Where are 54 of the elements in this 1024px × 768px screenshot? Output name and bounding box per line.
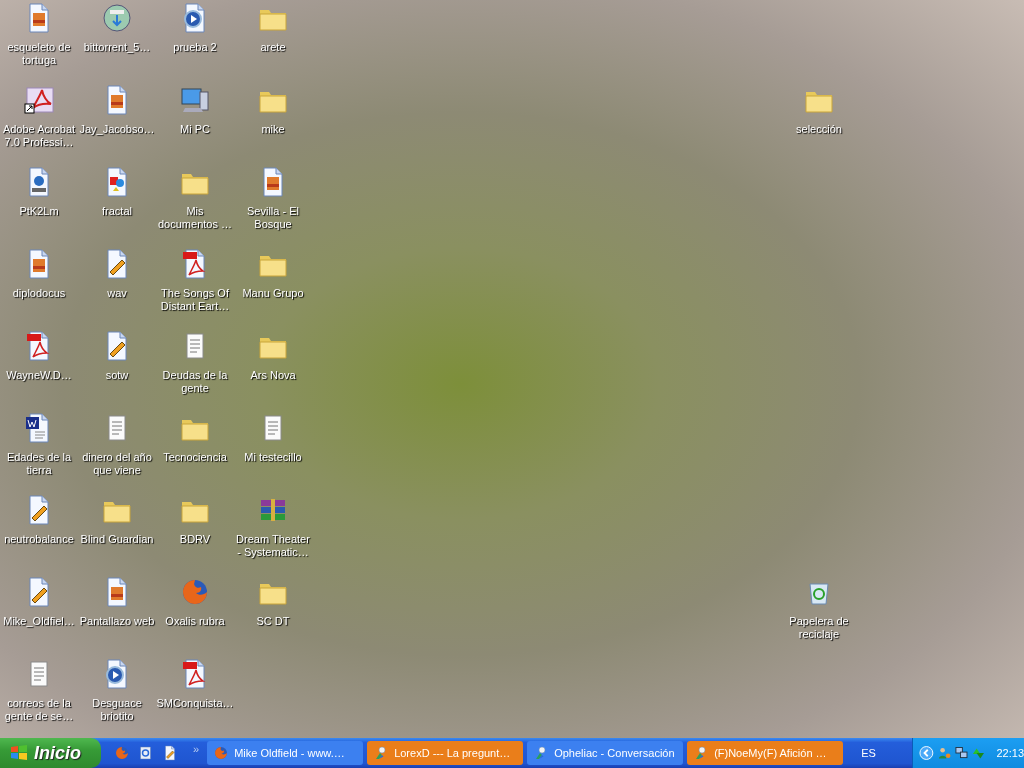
desktop-shortcut[interactable]: wav [78,246,156,328]
desktop-shortcut[interactable]: fractal [78,164,156,246]
desktop-shortcut[interactable]: correos de la gente de se… [0,656,78,738]
browser-icon [138,745,154,761]
desktop-shortcut[interactable]: mike [234,82,312,164]
network-computers-icon[interactable] [954,746,968,760]
desktop-shortcut[interactable]: Sevilla - El Bosque [234,164,312,246]
desktop-shortcut[interactable]: Mis documentos … [156,164,234,246]
audio-file-icon [162,745,178,761]
desktop-shortcut[interactable]: diplodocus [0,246,78,328]
desktop-shortcut[interactable]: SMConquista… [156,656,234,738]
desktop-shortcut[interactable]: Deudas de la gente [156,328,234,410]
desktop-shortcut[interactable]: WayneW.D… [0,328,78,410]
windows-logo-icon [10,744,28,762]
desktop-shortcut[interactable]: Oxalis rubra [156,574,234,656]
desktop-shortcut[interactable]: arete [234,0,312,82]
firefox-icon [114,745,130,761]
desktop-shortcut[interactable]: Edades de la tierra [0,410,78,492]
desktop-shortcut[interactable]: Mi PC [156,82,234,164]
desktop-shortcut[interactable]: esqueleto de tortuga [0,0,78,82]
firefox-icon [213,745,230,761]
desktop-shortcut[interactable]: Ars Nova [234,328,312,410]
desktop-shortcut[interactable]: The Songs Of Distant Eart… [156,246,234,328]
desktop-shortcut[interactable]: SC DT [234,574,312,656]
desktop-shortcut[interactable]: PtK2Lm [0,164,78,246]
acrobat-shortcut-icon [23,84,55,116]
desktop-shortcut[interactable]: Mi testecillo [234,410,312,492]
desktop-shortcut[interactable]: Papelera de reciclaje [780,574,858,656]
desktop-shortcut[interactable]: sotw [78,328,156,410]
desktop-shortcut[interactable]: BDRV [156,492,234,574]
desktop-shortcut[interactable]: Mike_Oldfiel… [0,574,78,656]
desktop-shortcut[interactable]: Adobe Acrobat 7.0 Professi… [0,82,78,164]
desktop-shortcut[interactable]: bittorrent_5… [78,0,156,82]
clock: 22:13 [996,745,1024,761]
chevron-left-icon[interactable] [919,745,934,761]
desktop-shortcut[interactable]: Manu Grupo [234,246,312,328]
language-indicator[interactable]: ES [861,744,876,762]
start-button[interactable]: Inicio [0,738,101,768]
overflow-button[interactable]: » [193,743,200,755]
desktop-shortcut[interactable]: Tecnociencia [156,410,234,492]
desktop-shortcut[interactable]: selección [780,82,858,164]
taskbar-button[interactable]: LorexD --- La pregunt… [367,741,524,765]
desktop-shortcut[interactable]: Desguace briotito [78,656,156,738]
taskbar-button[interactable]: (F)NoeMy(F) Afición … [687,741,844,765]
taskbar-button[interactable]: Opheliac - Conversación [527,741,684,765]
desktop-shortcut[interactable]: prueba 2 [156,0,234,82]
desktop-shortcut[interactable]: Dream Theater - Systematic… [234,492,312,574]
desktop-shortcut[interactable]: dinero del año que viene [78,410,156,492]
desktop-shortcut[interactable]: Pantallazo web [78,574,156,656]
desktop-shortcut[interactable]: Jay_Jacobso… [78,82,156,164]
taskbar-button[interactable]: Mike Oldfield - www.… [207,741,364,765]
desktop-shortcut[interactable]: neutrobalance [0,492,78,574]
torrent-icon [101,2,133,34]
desktop-shortcut[interactable]: Blind Guardian [78,492,156,574]
